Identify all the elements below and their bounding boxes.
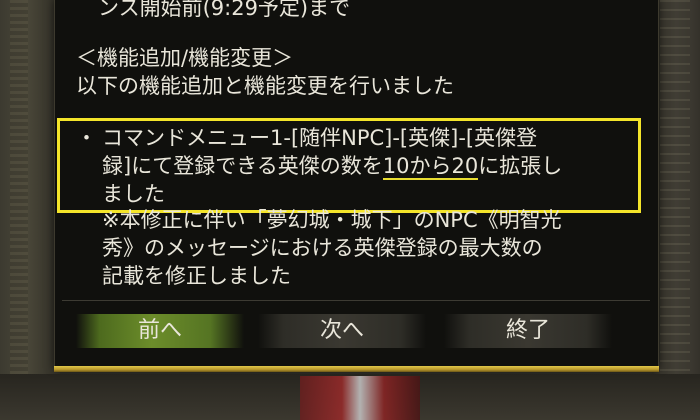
item-bullet: ・: [76, 126, 97, 150]
background-scenery-right: [652, 0, 700, 420]
dialog-divider: [62, 300, 650, 301]
background-scenery-left: [0, 0, 60, 420]
player-character: [300, 376, 420, 420]
message-top-line: ンス開始前(9:29予定)まで: [98, 0, 351, 20]
close-button[interactable]: 終了: [444, 314, 612, 348]
next-button[interactable]: 次へ: [258, 314, 426, 348]
note-line-3: 記載を修正しました: [102, 264, 291, 288]
item-line-2-pre: 録]にて登録できる英傑の数を: [102, 154, 383, 178]
item-line-2-post: に拡張し: [478, 154, 563, 178]
dialog-gold-border: [54, 366, 659, 372]
item-line-2: 録]にて登録できる英傑の数を10から20に拡張し: [102, 154, 563, 180]
item-line-1: コマンドメニュー1-[随伴NPC]-[英傑]-[英傑登: [102, 126, 538, 150]
note-line-2: 秀》のメッセージにおける英傑登録の最大数の: [102, 236, 543, 260]
prev-button[interactable]: 前へ: [76, 314, 244, 348]
note-line-1: ※本修正に伴い「夢幻城・城下」のNPC《明智光: [102, 208, 562, 232]
section-intro: 以下の機能追加と機能変更を行いました: [76, 74, 454, 98]
item-line-3: ました: [102, 182, 165, 206]
section-heading: ＜機能追加/機能変更＞: [76, 46, 294, 70]
item-highlight-range: 10から20: [382, 154, 479, 180]
